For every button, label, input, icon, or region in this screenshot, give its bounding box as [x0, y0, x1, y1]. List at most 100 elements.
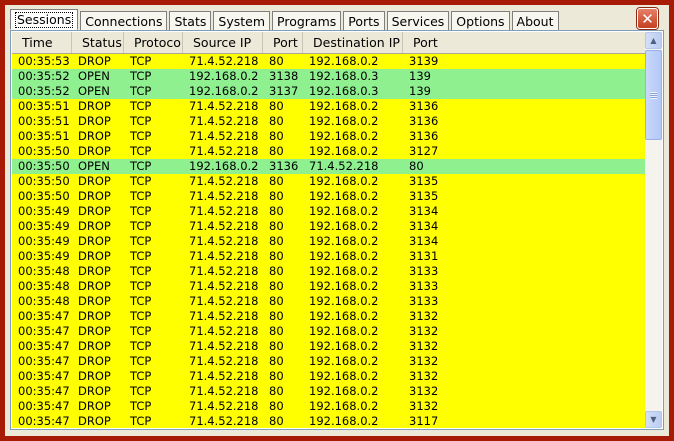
cell-status: DROP	[78, 309, 111, 323]
cell-destination-ip: 192.168.0.2	[309, 234, 379, 248]
table-row[interactable]: 00:35:53 DROP TCP 71.4.52.218 80 192.168.0.2 3…	[12, 54, 645, 69]
cell-protocol: TCP	[130, 189, 152, 203]
table-row[interactable]: 00:35:48 DROP TCP 71.4.52.218 80 192.168.0.2 3…	[12, 294, 645, 309]
table-row[interactable]: 00:35:50 DROP TCP 71.4.52.218 80 192.168.0.2 3…	[12, 144, 645, 159]
cell-source-port: 80	[269, 279, 284, 293]
cell-destination-port: 3132	[409, 309, 439, 323]
cell-status: OPEN	[78, 159, 110, 173]
cell-protocol: TCP	[130, 279, 152, 293]
cell-time: 00:35:47	[18, 309, 70, 323]
column-header-destination-port[interactable]: Port	[403, 32, 645, 53]
cell-protocol: TCP	[130, 219, 152, 233]
column-header-status[interactable]: Status	[72, 32, 124, 53]
cell-source-ip: 192.168.0.2	[189, 69, 259, 83]
cell-time: 00:35:49	[18, 204, 70, 218]
cell-destination-port: 3136	[409, 114, 439, 128]
cell-destination-port: 3127	[409, 144, 439, 158]
cell-source-port: 80	[269, 414, 284, 428]
cell-protocol: TCP	[130, 294, 152, 308]
table-row[interactable]: 00:35:47 DROP TCP 71.4.52.218 80 192.168.0.2 3…	[12, 309, 645, 324]
cell-destination-ip: 192.168.0.3	[309, 69, 379, 83]
tab-options[interactable]: Options	[451, 11, 510, 30]
column-header-destination-ip[interactable]: Destination IP	[303, 32, 403, 53]
column-header-source-ip[interactable]: Source IP	[183, 32, 263, 53]
cell-status: DROP	[78, 399, 111, 413]
cell-protocol: TCP	[130, 174, 152, 188]
column-header-time[interactable]: Time	[12, 32, 72, 53]
cell-source-port: 80	[269, 294, 284, 308]
vertical-scrollbar[interactable]: ▲ ▼	[645, 32, 662, 428]
cell-source-port: 3136	[269, 159, 299, 173]
cell-destination-port: 80	[409, 159, 424, 173]
table-row[interactable]: 00:35:47 DROP TCP 71.4.52.218 80 192.168.0.2 3…	[12, 354, 645, 369]
cell-destination-port: 3132	[409, 384, 439, 398]
cell-source-ip: 71.4.52.218	[189, 219, 259, 233]
table-row[interactable]: 00:35:49 DROP TCP 71.4.52.218 80 192.168.0.2 3…	[12, 234, 645, 249]
table-row[interactable]: 00:35:47 DROP TCP 71.4.52.218 80 192.168.0.2 3…	[12, 414, 645, 428]
table-row[interactable]: 00:35:50 DROP TCP 71.4.52.218 80 192.168.0.2 3…	[12, 174, 645, 189]
cell-source-port: 80	[269, 249, 284, 263]
scroll-thumb[interactable]	[645, 50, 662, 140]
close-icon: ✕	[641, 9, 654, 28]
cell-protocol: TCP	[130, 99, 152, 113]
table-row[interactable]: 00:35:49 DROP TCP 71.4.52.218 80 192.168.0.2 3…	[12, 249, 645, 264]
table-row[interactable]: 00:35:47 DROP TCP 71.4.52.218 80 192.168.0.2 3…	[12, 339, 645, 354]
cell-protocol: TCP	[130, 354, 152, 368]
cell-source-port: 80	[269, 219, 284, 233]
tab-sessions[interactable]: Sessions	[10, 9, 79, 30]
cell-status: DROP	[78, 174, 111, 188]
cell-protocol: TCP	[130, 144, 152, 158]
table-row[interactable]: 00:35:49 DROP TCP 71.4.52.218 80 192.168.0.2 3…	[12, 204, 645, 219]
cell-destination-ip: 192.168.0.2	[309, 384, 379, 398]
tab-stats[interactable]: Stats	[169, 11, 212, 30]
cell-source-ip: 71.4.52.218	[189, 99, 259, 113]
cell-time: 00:35:47	[18, 384, 70, 398]
cell-status: DROP	[78, 114, 111, 128]
cell-source-port: 3137	[269, 84, 299, 98]
scroll-up-button[interactable]: ▲	[645, 32, 662, 49]
cell-status: DROP	[78, 384, 111, 398]
table-row[interactable]: 00:35:47 DROP TCP 71.4.52.218 80 192.168.0.2 3…	[12, 384, 645, 399]
cell-destination-port: 3135	[409, 189, 439, 203]
column-header-source-port[interactable]: Port	[263, 32, 303, 53]
column-header-protocol[interactable]: Protocol	[124, 32, 183, 53]
table-row[interactable]: 00:35:49 DROP TCP 71.4.52.218 80 192.168.0.2 3…	[12, 219, 645, 234]
table-row[interactable]: 00:35:50 DROP TCP 71.4.52.218 80 192.168.0.2 3…	[12, 189, 645, 204]
tab-ports[interactable]: Ports	[343, 11, 385, 30]
cell-source-ip: 71.4.52.218	[189, 294, 259, 308]
cell-destination-ip: 192.168.0.2	[309, 144, 379, 158]
scroll-down-button[interactable]: ▼	[645, 411, 662, 428]
table-row[interactable]: 00:35:51 DROP TCP 71.4.52.218 80 192.168.0.2 3…	[12, 114, 645, 129]
table-row[interactable]: 00:35:52 OPEN TCP 192.168.0.2 3138 192.168.0.…	[12, 69, 645, 84]
table-row[interactable]: 00:35:50 OPEN TCP 192.168.0.2 3136 71.4.52.21…	[12, 159, 645, 174]
table-row[interactable]: 00:35:52 OPEN TCP 192.168.0.2 3137 192.168.0.…	[12, 84, 645, 99]
cell-protocol: TCP	[130, 399, 152, 413]
table-row[interactable]: 00:35:51 DROP TCP 71.4.52.218 80 192.168.0.2 3…	[12, 99, 645, 114]
cell-time: 00:35:49	[18, 219, 70, 233]
cell-time: 00:35:49	[18, 249, 70, 263]
close-button[interactable]: ✕	[637, 8, 658, 29]
tab-about[interactable]: About	[511, 11, 559, 30]
table-row[interactable]: 00:35:47 DROP TCP 71.4.52.218 80 192.168.0.2 3…	[12, 399, 645, 414]
cell-time: 00:35:50	[18, 144, 70, 158]
tab-connections[interactable]: Connections	[80, 11, 168, 30]
tab-services[interactable]: Services	[386, 11, 450, 30]
cell-status: DROP	[78, 144, 111, 158]
table-row[interactable]: 00:35:47 DROP TCP 71.4.52.218 80 192.168.0.2 3…	[12, 324, 645, 339]
cell-status: DROP	[78, 264, 111, 278]
table-row[interactable]: 00:35:48 DROP TCP 71.4.52.218 80 192.168.0.2 3…	[12, 279, 645, 294]
cell-destination-ip: 192.168.0.2	[309, 354, 379, 368]
tab-system[interactable]: System	[213, 11, 271, 30]
table-row[interactable]: 00:35:47 DROP TCP 71.4.52.218 80 192.168.0.2 3…	[12, 369, 645, 384]
table-row[interactable]: 00:35:51 DROP TCP 71.4.52.218 80 192.168.0.2 3…	[12, 129, 645, 144]
cell-time: 00:35:47	[18, 414, 70, 428]
table-row[interactable]: 00:35:48 DROP TCP 71.4.52.218 80 192.168.0.2 3…	[12, 264, 645, 279]
cell-destination-port: 3134	[409, 219, 439, 233]
cell-status: DROP	[78, 414, 111, 428]
cell-destination-port: 3132	[409, 399, 439, 413]
cell-time: 00:35:47	[18, 354, 70, 368]
cell-destination-ip: 192.168.0.2	[309, 324, 379, 338]
tab-programs[interactable]: Programs	[272, 11, 342, 30]
cell-destination-port: 3135	[409, 174, 439, 188]
cell-time: 00:35:51	[18, 114, 70, 128]
